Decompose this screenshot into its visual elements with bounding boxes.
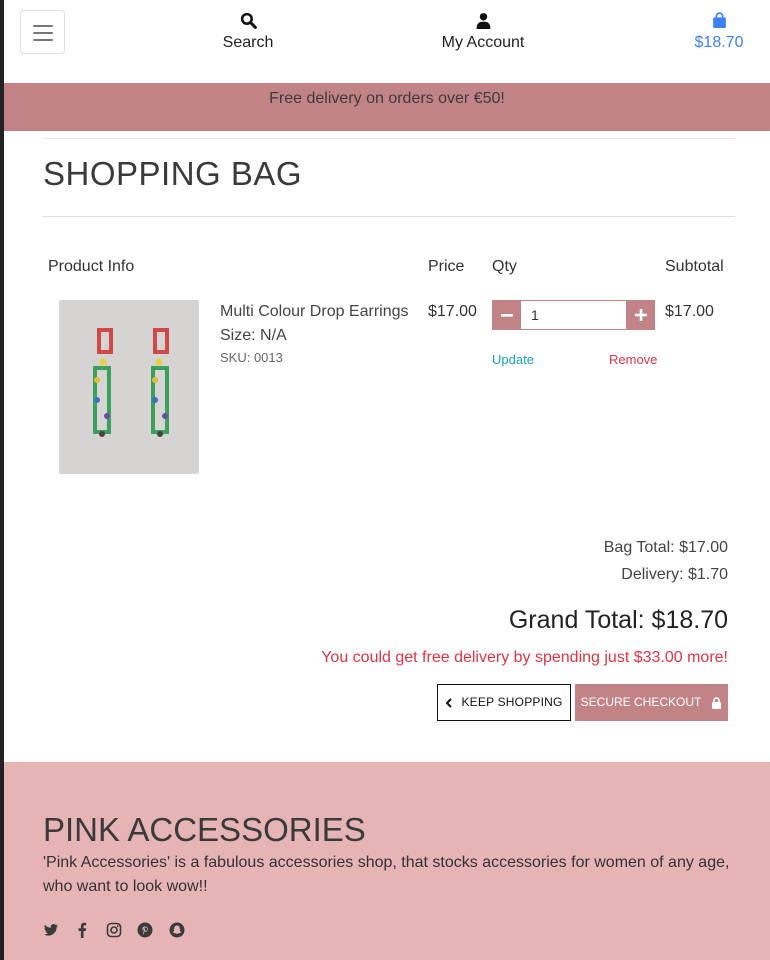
- keep-shopping-button[interactable]: KEEP SHOPPING: [437, 684, 571, 721]
- product-name: Multi Colour Drop Earrings: [220, 303, 409, 320]
- hamburger-line: [33, 32, 53, 34]
- remove-link[interactable]: Remove: [609, 352, 657, 367]
- instagram-icon[interactable]: [106, 922, 125, 940]
- footer: PINK ACCESSORIES 'Pink Accessories' is a…: [4, 762, 770, 960]
- lock-icon: [712, 697, 722, 709]
- top-nav: Search My Account $18.70: [4, 0, 770, 83]
- decrement-button[interactable]: [492, 300, 521, 330]
- hamburger-line: [33, 39, 53, 41]
- divider: [43, 138, 735, 139]
- product-price: $17.00: [428, 303, 477, 320]
- facebook-icon[interactable]: [74, 922, 93, 940]
- update-link[interactable]: Update: [492, 352, 534, 367]
- twitter-icon[interactable]: [43, 922, 62, 940]
- nav-bag[interactable]: $18.70: [684, 12, 754, 52]
- nav-account[interactable]: My Account: [424, 12, 542, 52]
- keep-shopping-label: KEEP SHOPPING: [461, 695, 563, 709]
- product-size: Size: N/A: [220, 327, 287, 344]
- product-subtotal: $17.00: [665, 303, 714, 320]
- grand-total: Grand Total: $18.70: [508, 606, 728, 634]
- plus-icon: [634, 308, 647, 321]
- minus-icon: [500, 313, 513, 317]
- header-subtotal: Subtotal: [665, 258, 724, 275]
- nav-bag-total: $18.70: [694, 34, 744, 51]
- delivery-cost: Delivery: $1.70: [621, 566, 728, 583]
- hamburger-icon: [33, 25, 53, 27]
- divider: [43, 216, 735, 217]
- page: Search My Account $18.70 Free delivery o…: [4, 0, 770, 960]
- user-icon: [424, 12, 542, 32]
- quantity-input[interactable]: [523, 301, 625, 329]
- nav-account-label: My Account: [441, 34, 525, 51]
- shopping-bag-icon: [684, 12, 754, 32]
- page-title: SHOPPING BAG: [43, 155, 303, 192]
- secure-checkout-label: SECURE CHECKOUT: [580, 695, 702, 709]
- product-sku: SKU: 0013: [220, 350, 283, 365]
- secure-checkout-button[interactable]: SECURE CHECKOUT: [575, 684, 728, 721]
- delivery-banner: Free delivery on orders over €50!: [4, 83, 770, 131]
- header-qty: Qty: [492, 258, 517, 275]
- header-product-info: Product Info: [48, 258, 135, 275]
- quantity-stepper: [492, 300, 655, 330]
- bag-total: Bag Total: $17.00: [603, 539, 728, 556]
- header-price: Price: [428, 258, 465, 275]
- footer-description: 'Pink Accessories' is a fabulous accesso…: [43, 854, 730, 895]
- social-links: [43, 922, 196, 942]
- nav-search-label: Search: [222, 34, 274, 51]
- increment-button[interactable]: [626, 300, 655, 330]
- chevron-left-icon: [446, 698, 453, 708]
- search-icon: [204, 12, 292, 32]
- menu-toggle-button[interactable]: [20, 10, 65, 54]
- footer-title: PINK ACCESSORIES: [43, 811, 366, 848]
- product-image: [59, 300, 199, 474]
- free-delivery-message: You could get free delivery by spending …: [321, 649, 728, 666]
- nav-search[interactable]: Search: [204, 12, 292, 52]
- snapchat-icon[interactable]: [169, 922, 188, 940]
- pinterest-icon[interactable]: [137, 922, 156, 940]
